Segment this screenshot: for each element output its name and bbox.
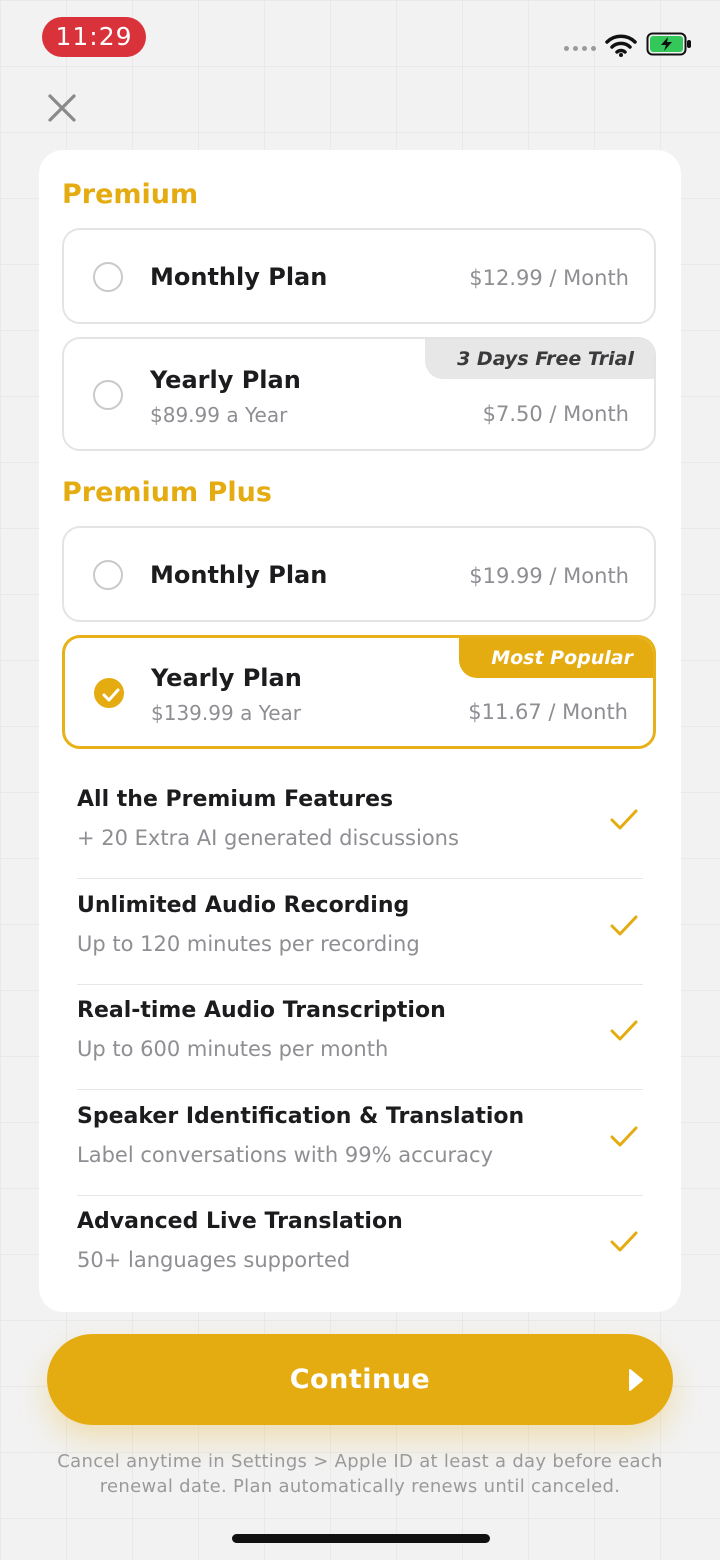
plan-premium-plus-monthly[interactable]: Monthly Plan $19.99 / Month bbox=[62, 526, 656, 622]
feature-subtitle: 50+ languages supported bbox=[77, 1248, 351, 1272]
close-button[interactable] bbox=[44, 90, 80, 126]
radio-button[interactable] bbox=[93, 560, 123, 590]
wifi-icon bbox=[605, 34, 637, 57]
section-title-premium: Premium bbox=[62, 179, 199, 210]
plan-premium-yearly[interactable]: 3 Days Free Trial Yearly Plan $89.99 a Y… bbox=[62, 337, 656, 451]
plan-premium-plus-yearly[interactable]: Most Popular Yearly Plan $139.99 a Year … bbox=[62, 635, 656, 749]
plan-name: Yearly Plan bbox=[151, 664, 302, 692]
section-title-premium-plus: Premium Plus bbox=[62, 477, 272, 508]
most-popular-badge: Most Popular bbox=[459, 638, 653, 678]
status-time: 11:29 bbox=[42, 17, 146, 57]
subscription-card: Premium Monthly Plan $12.99 / Month 3 Da… bbox=[39, 150, 681, 1312]
plan-name: Monthly Plan bbox=[150, 561, 328, 589]
feature-title: Real-time Audio Transcription bbox=[77, 998, 446, 1023]
plan-yearly-price: $89.99 a Year bbox=[150, 403, 288, 427]
feature-title: Advanced Live Translation bbox=[77, 1209, 403, 1234]
plan-price: $11.67 / Month bbox=[468, 700, 628, 724]
checkmark-icon bbox=[610, 809, 638, 830]
feature-subtitle: + 20 Extra AI generated discussions bbox=[77, 826, 459, 850]
checkmark-icon bbox=[102, 688, 120, 702]
radio-button[interactable] bbox=[93, 380, 123, 410]
plan-name: Monthly Plan bbox=[150, 263, 328, 291]
continue-button[interactable]: Continue bbox=[47, 1334, 673, 1425]
disclaimer-line-1: Cancel anytime in Settings > Apple ID at… bbox=[57, 1451, 663, 1472]
battery-icon bbox=[646, 32, 691, 56]
feature-item: Unlimited Audio Recording Up to 120 minu… bbox=[77, 879, 643, 985]
feature-item: Real-time Audio Transcription Up to 600 … bbox=[77, 984, 643, 1090]
close-icon bbox=[48, 94, 76, 122]
cellular-signal-icon bbox=[564, 46, 596, 51]
plan-price: $7.50 / Month bbox=[482, 402, 629, 426]
feature-title: All the Premium Features bbox=[77, 787, 394, 812]
feature-subtitle: Up to 600 minutes per month bbox=[77, 1037, 389, 1061]
feature-item: Speaker Identification & Translation Lab… bbox=[77, 1090, 643, 1196]
feature-title: Unlimited Audio Recording bbox=[77, 893, 410, 918]
feature-title: Speaker Identification & Translation bbox=[77, 1104, 525, 1129]
continue-label: Continue bbox=[289, 1364, 431, 1395]
plan-price: $12.99 / Month bbox=[469, 266, 629, 290]
plan-yearly-price: $139.99 a Year bbox=[151, 701, 302, 725]
plan-price: $19.99 / Month bbox=[469, 564, 629, 588]
feature-subtitle: Up to 120 minutes per recording bbox=[77, 932, 420, 956]
plan-premium-monthly[interactable]: Monthly Plan $12.99 / Month bbox=[62, 228, 656, 324]
radio-button[interactable] bbox=[93, 262, 123, 292]
checkmark-icon bbox=[610, 1126, 638, 1147]
free-trial-badge: 3 Days Free Trial bbox=[425, 339, 654, 379]
plan-name: Yearly Plan bbox=[150, 366, 301, 394]
feature-item: Advanced Live Translation 50+ languages … bbox=[77, 1195, 643, 1300]
checkmark-icon bbox=[610, 1020, 638, 1041]
checkmark-icon bbox=[610, 915, 638, 936]
feature-subtitle: Label conversations with 99% accuracy bbox=[77, 1143, 493, 1167]
disclaimer-line-2: renewal date. Plan automatically renews … bbox=[99, 1476, 621, 1497]
checkmark-icon bbox=[610, 1231, 638, 1252]
radio-button-checked[interactable] bbox=[94, 678, 124, 708]
feature-item: All the Premium Features + 20 Extra AI g… bbox=[77, 773, 643, 879]
play-arrow-icon bbox=[629, 1369, 643, 1391]
home-indicator bbox=[232, 1534, 490, 1543]
